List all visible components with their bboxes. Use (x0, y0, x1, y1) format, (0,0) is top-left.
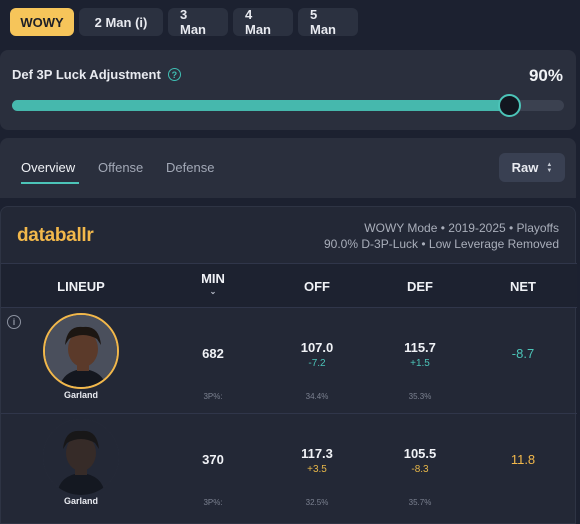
col-lineup: LINEUP (57, 279, 105, 294)
filter-summary-line2: 90.0% D-3P-Luck • Low Leverage Removed (324, 237, 559, 251)
three-point-label: 3P%: (203, 392, 223, 401)
col-net[interactable]: NET (483, 279, 563, 294)
def-3p: 35.7% (408, 498, 432, 507)
player-name: Garland (63, 496, 98, 506)
tab-5-man[interactable]: 5 Man (298, 7, 358, 37)
filter-summary-line1: WOWY Mode • 2019-2025 • Playoffs (364, 221, 559, 235)
col-off[interactable]: OFF (277, 279, 357, 294)
table-row[interactable]: Garland 370 3P%: 117.3 +3.5 32.5% 105.5 … (1, 413, 577, 517)
off-rating: 117.3 (301, 446, 333, 461)
col-def[interactable]: DEF (380, 279, 460, 294)
net-rating: 11.8 (510, 452, 536, 467)
avatar (43, 419, 119, 495)
mode-tabs: WOWY 2 Man (i) 3 Man 4 Man 5 Man (10, 7, 358, 37)
slider-fill (12, 100, 509, 111)
min-value: 370 (202, 452, 224, 467)
def-rating: 105.5 (403, 446, 437, 461)
brand-logo: databallr (17, 225, 94, 246)
active-tab-underline (21, 182, 79, 184)
slider-track[interactable] (12, 94, 564, 117)
tab-3-man[interactable]: 3 Man (168, 7, 228, 37)
off-rating: 107.0 (300, 340, 334, 355)
net-rating: -8.7 (511, 346, 535, 361)
table-header: LINEUP MIN ⌄ OFF DEF NET (1, 263, 577, 307)
player-name: Garland (63, 390, 98, 400)
info-icon[interactable]: i (7, 315, 21, 329)
slider-label: Def 3P Luck Adjustment (12, 67, 161, 82)
off-3p: 32.5% (305, 498, 329, 507)
slider-label-group: Def 3P Luck Adjustment ? (12, 67, 181, 82)
off-diff: +3.5 (307, 464, 327, 475)
help-icon[interactable]: ? (167, 68, 181, 81)
tab-2-man[interactable]: 2 Man (i) (79, 8, 163, 36)
tab-4-man[interactable]: 4 Man (233, 7, 293, 37)
lineup-panel: databallr WOWY Mode • 2019-2025 • Playof… (0, 206, 577, 524)
def-diff: -8.3 (411, 464, 429, 475)
def-rating: 115.7 (404, 340, 436, 355)
table-row[interactable]: i Garland 682 3P%: 107.0 -7.2 34.4% 115.… (1, 307, 577, 411)
tab-offense[interactable]: Offense (98, 160, 143, 175)
tab-overview[interactable]: Overview (21, 160, 75, 175)
slider-value: 90% (528, 66, 563, 85)
avatar (43, 313, 119, 389)
luck-adjustment-card: Def 3P Luck Adjustment ? 90% (0, 50, 576, 130)
filter-summary: WOWY Mode • 2019-2025 • Playoffs 90.0% D… (324, 220, 559, 252)
min-value: 682 (202, 346, 224, 361)
chevron-down-icon: ⌄ (209, 287, 217, 296)
col-min[interactable]: MIN ⌄ (173, 271, 253, 296)
view-tabs-card: Overview Offense Defense Raw ▲ ▼ (0, 138, 576, 198)
display-mode-select[interactable]: Raw ▲ ▼ (499, 153, 565, 182)
def-3p: 35.3% (408, 392, 432, 401)
three-point-label: 3P%: (203, 498, 223, 507)
slider-thumb[interactable] (497, 94, 521, 117)
up-down-chevrons-icon: ▲ ▼ (546, 161, 553, 174)
def-diff: +1.5 (410, 358, 430, 369)
col-min-label: MIN (201, 271, 225, 286)
off-3p: 34.4% (305, 392, 329, 401)
display-mode-value: Raw (511, 160, 539, 175)
tab-defense[interactable]: Defense (166, 160, 214, 175)
off-diff: -7.2 (308, 358, 326, 369)
tab-wowy[interactable]: WOWY (10, 8, 74, 36)
